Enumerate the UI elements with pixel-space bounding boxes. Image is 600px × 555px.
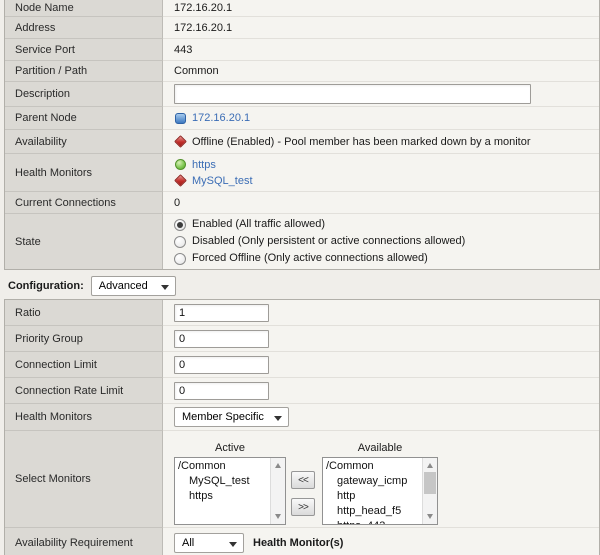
table-row: Connection Rate Limit xyxy=(5,378,599,404)
properties-table: Node Name 172.16.20.1 Address 172.16.20.… xyxy=(4,0,600,270)
node-name-label: Node Name xyxy=(15,2,74,14)
availability-label: Availability xyxy=(15,135,67,148)
address-value: 172.16.20.1 xyxy=(174,21,233,34)
configuration-table: Ratio Priority Group Connection Limit Co… xyxy=(4,299,600,555)
configuration-bar: Configuration: Advanced xyxy=(8,276,176,296)
current-connections-label: Current Connections xyxy=(15,196,116,209)
active-monitors-listbox[interactable]: /Common MySQL_test https xyxy=(174,457,286,525)
current-connections-value: 0 xyxy=(174,196,181,209)
table-row: Health Monitors Member Specific xyxy=(5,404,599,431)
listbox-option[interactable]: http xyxy=(326,489,421,504)
dropdown-arrow-icon xyxy=(160,285,169,290)
connection-limit-label: Connection Limit xyxy=(15,358,97,371)
node-icon xyxy=(174,112,187,125)
table-row: Node Name 172.16.20.1 xyxy=(5,0,599,17)
availability-status: Offline (Enabled) - Pool member has been… xyxy=(192,135,531,148)
availability-requirement-suffix: Health Monitor(s) xyxy=(253,536,344,549)
dropdown-arrow-icon xyxy=(274,416,282,421)
partition-label: Partition / Path xyxy=(15,65,88,77)
table-row: Partition / Path Common xyxy=(5,61,599,82)
scroll-up-icon xyxy=(427,463,433,468)
table-row: Priority Group xyxy=(5,326,599,352)
monitor-move-buttons: << >> xyxy=(291,471,315,516)
listbox-scrollbar[interactable] xyxy=(270,458,285,524)
connection-rate-limit-input[interactable] xyxy=(174,381,269,400)
table-row: Select Monitors Active /Common MySQL_tes… xyxy=(5,431,599,528)
availability-requirement-value: All xyxy=(182,536,195,549)
description-label: Description xyxy=(15,88,71,100)
scrollbar-thumb[interactable] xyxy=(424,472,436,494)
service-port-value: 443 xyxy=(174,43,193,56)
state-radio-enabled[interactable] xyxy=(174,218,186,231)
table-row: Parent Node 172.16.20.1 xyxy=(5,107,599,130)
move-to-available-button[interactable]: >> xyxy=(291,498,315,516)
listbox-option[interactable]: /Common xyxy=(326,459,421,474)
scroll-down-icon xyxy=(275,514,281,519)
available-monitors-listbox[interactable]: /Common gateway_icmp http http_head_f5 h… xyxy=(322,457,438,525)
state-option-label: Forced Offline (Only active connections … xyxy=(192,252,428,264)
listbox-scrollbar[interactable] xyxy=(422,458,437,524)
availability-requirement-label: Availability Requirement xyxy=(15,536,133,549)
table-row: Current Connections 0 xyxy=(5,192,599,214)
listbox-option[interactable]: https_443 xyxy=(326,519,421,524)
move-to-active-button[interactable]: << xyxy=(291,471,315,489)
configuration-select[interactable]: Advanced xyxy=(90,276,176,296)
state-label: State xyxy=(15,235,41,248)
ratio-label: Ratio xyxy=(15,306,41,319)
listbox-option[interactable]: http_head_f5 xyxy=(326,504,421,519)
health-monitors-label: Health Monitors xyxy=(15,166,93,179)
table-row: Description xyxy=(5,82,599,107)
table-row: Service Port 443 xyxy=(5,39,599,61)
table-row: Connection Limit xyxy=(5,352,599,378)
listbox-option[interactable]: https xyxy=(178,489,269,504)
priority-group-input[interactable] xyxy=(174,329,269,348)
state-radio-forced-offline[interactable] xyxy=(174,252,186,265)
status-down-icon xyxy=(174,135,187,148)
status-down-icon xyxy=(174,174,187,187)
priority-group-label: Priority Group xyxy=(15,332,83,345)
table-row: Address 172.16.20.1 xyxy=(5,17,599,39)
service-port-label: Service Port xyxy=(15,43,75,56)
dropdown-arrow-icon xyxy=(229,541,237,547)
connection-rate-limit-label: Connection Rate Limit xyxy=(15,384,124,397)
address-label: Address xyxy=(15,21,56,34)
configuration-select-value: Advanced xyxy=(98,280,148,292)
ratio-input[interactable] xyxy=(174,303,269,322)
monitor-link-https[interactable]: https xyxy=(192,157,216,173)
state-radio-disabled[interactable] xyxy=(174,235,186,248)
available-monitors-header: Available xyxy=(357,442,403,454)
scroll-up-icon xyxy=(275,463,281,468)
health-monitors-mode-label: Health Monitors xyxy=(15,411,93,423)
parent-node-link[interactable]: 172.16.20.1 xyxy=(192,112,250,124)
node-name-value: 172.16.20.1 xyxy=(174,2,233,14)
description-input[interactable] xyxy=(174,84,531,104)
availability-requirement-select[interactable]: All xyxy=(174,532,244,553)
monitor-link-mysql-test[interactable]: MySQL_test xyxy=(192,173,253,189)
status-up-icon xyxy=(174,158,187,171)
partition-value: Common xyxy=(174,65,219,77)
table-row: Health Monitors https MySQL_test xyxy=(5,154,599,192)
pool-member-properties-page: Node Name 172.16.20.1 Address 172.16.20.… xyxy=(0,0,600,555)
listbox-option[interactable]: gateway_icmp xyxy=(326,474,421,489)
table-row: State Enabled (All traffic allowed) Disa… xyxy=(5,214,599,269)
select-monitors-label: Select Monitors xyxy=(15,473,91,485)
table-row: Availability Offline (Enabled) - Pool me… xyxy=(5,130,599,154)
state-option-label: Enabled (All traffic allowed) xyxy=(192,218,326,230)
parent-node-label: Parent Node xyxy=(15,112,77,124)
listbox-option[interactable]: /Common xyxy=(178,459,269,474)
table-row: Ratio xyxy=(5,300,599,326)
scroll-down-icon xyxy=(427,514,433,519)
health-monitors-mode-value: Member Specific xyxy=(182,411,264,423)
table-row: Availability Requirement All Health Moni… xyxy=(5,528,599,555)
active-monitors-header: Active xyxy=(215,442,245,454)
connection-limit-input[interactable] xyxy=(174,355,269,374)
state-option-label: Disabled (Only persistent or active conn… xyxy=(192,235,466,247)
listbox-option[interactable]: MySQL_test xyxy=(178,474,269,489)
health-monitors-mode-select[interactable]: Member Specific xyxy=(174,407,289,427)
configuration-label: Configuration: xyxy=(8,280,84,292)
